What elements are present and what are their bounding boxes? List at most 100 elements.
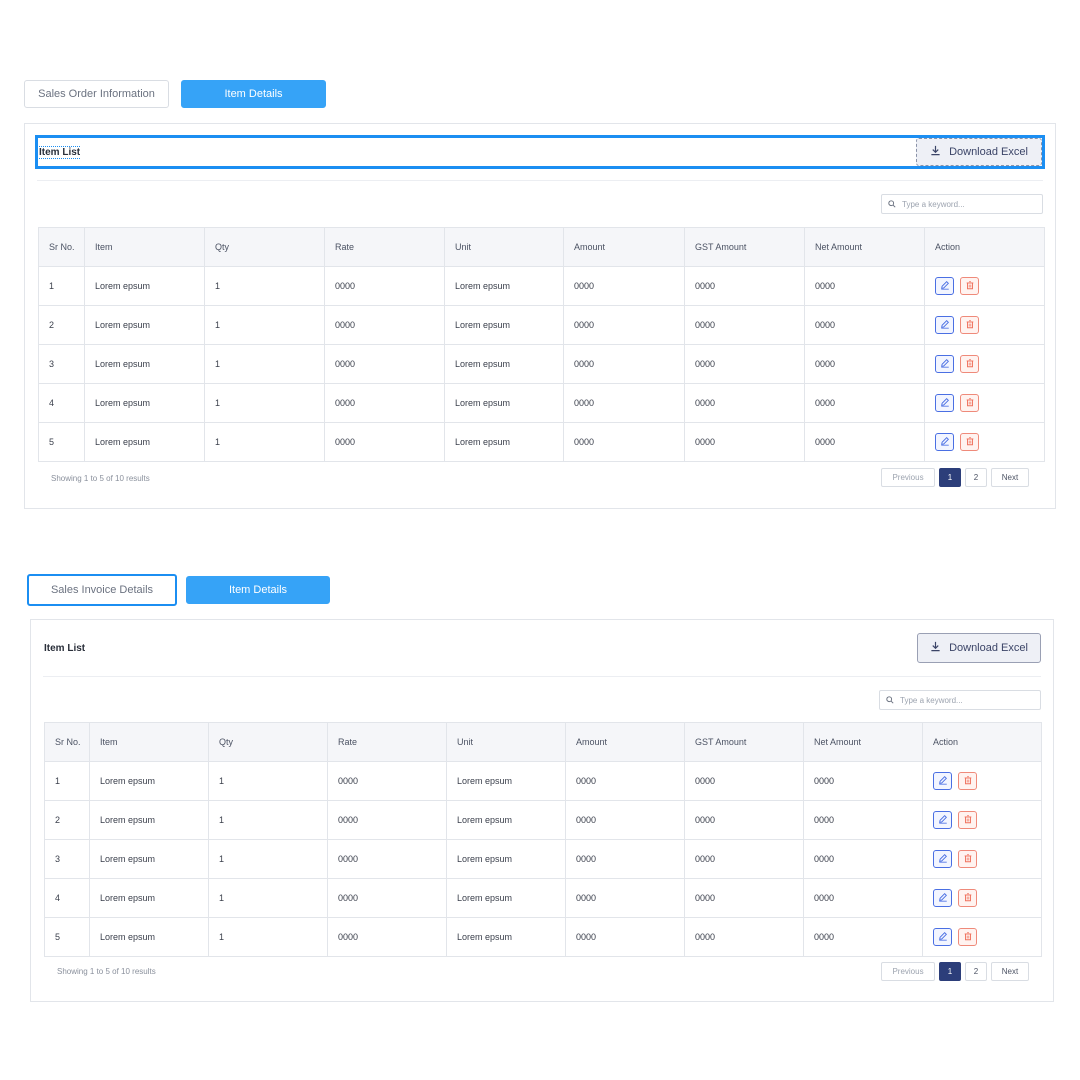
delete-button[interactable] [960,355,979,373]
edit-button[interactable] [935,277,954,295]
table-cell: Lorem epsum [89,917,209,957]
table-cell: 0000 [563,344,685,384]
page-1-button[interactable]: 1 [939,962,961,981]
search-box [881,194,1043,214]
edit-button[interactable] [933,889,952,907]
table-cell: 0000 [327,800,447,840]
table-cell: Lorem epsum [89,761,209,801]
action-cell [922,761,1042,801]
download-excel-button[interactable]: Download Excel [916,138,1042,166]
trash-icon [965,319,975,331]
pagination: Previous 1 2 Next [881,962,1029,981]
col-header: Net Amount [804,227,925,267]
edit-button[interactable] [933,811,952,829]
table-cell: 0000 [803,917,923,957]
delete-button[interactable] [960,433,979,451]
table-cell: Lorem epsum [84,422,205,462]
table-cell: 0000 [684,422,805,462]
table-cell: 0000 [684,800,804,840]
edit-button[interactable] [935,433,954,451]
table-cell: 0000 [684,383,805,423]
search-input[interactable] [900,695,1030,705]
table-row: 5 Lorem epsum 1 0000 Lorem epsum 0000 0000 0000 [38,422,1045,462]
col-header: Item [89,722,209,762]
table-row: 3 Lorem epsum 1 0000 Lorem epsum 0000 0000 0000 [44,839,1042,879]
download-icon [930,145,941,159]
col-header: GST Amount [684,227,805,267]
table-cell: 4 [38,383,85,423]
table-cell: 0000 [804,266,925,306]
edit-button[interactable] [933,928,952,946]
row-actions [935,433,1044,451]
table-cell: 0000 [804,344,925,384]
table-cell: 0000 [563,305,685,345]
action-cell [922,839,1042,879]
download-excel-button[interactable]: Download Excel [917,633,1041,663]
row-actions [933,928,1041,946]
table-cell: 0000 [563,422,685,462]
previous-page-button[interactable]: Previous [881,962,935,981]
table-cell: 3 [44,839,90,879]
table-row: 3 Lorem epsum 1 0000 Lorem epsum 0000 0000 0000 [38,344,1045,384]
table-row: 2 Lorem epsum 1 0000 Lorem epsum 0000 0000 0000 [44,800,1042,840]
table-cell: 0000 [327,761,447,801]
edit-icon [940,397,950,409]
next-page-button[interactable]: Next [991,468,1029,487]
table-row: 1 Lorem epsum 1 0000 Lorem epsum 0000 0000 0000 [38,266,1045,306]
page-1-button[interactable]: 1 [939,468,961,487]
table-cell: Lorem epsum [446,800,566,840]
table-cell: Lorem epsum [446,878,566,918]
table-cell: 1 [204,344,325,384]
delete-button[interactable] [958,772,977,790]
action-cell [922,878,1042,918]
delete-button[interactable] [960,394,979,412]
tab-sales-order-information[interactable]: Sales Order Information [24,80,169,108]
edit-button[interactable] [935,316,954,334]
table-cell: 0000 [684,266,805,306]
action-cell [924,422,1045,462]
trash-icon [965,358,975,370]
table-cell: 1 [38,266,85,306]
edit-button[interactable] [933,850,952,868]
edit-button[interactable] [933,772,952,790]
table-cell: Lorem epsum [89,839,209,879]
table-cell: 0000 [803,761,923,801]
search-input[interactable] [902,199,1032,209]
col-header: Qty [208,722,328,762]
page-2-button[interactable]: 2 [965,962,987,981]
row-actions [935,277,1044,295]
edit-icon [940,358,950,370]
table-cell: 0000 [804,383,925,423]
delete-button[interactable] [958,889,977,907]
item-list-panel: Item List Download Excel Sr No. [24,123,1056,509]
table-cell: 0000 [324,383,445,423]
edit-icon [938,853,948,865]
pagination: Previous 1 2 Next [881,468,1029,487]
delete-button[interactable] [960,277,979,295]
table-header-row: Sr No. Item Qty Rate Unit Amount GST Amo… [44,722,1042,762]
next-page-button[interactable]: Next [991,962,1029,981]
table-cell: 3 [38,344,85,384]
table-cell: 0000 [324,422,445,462]
previous-page-button[interactable]: Previous [881,468,935,487]
table-cell: 0000 [804,305,925,345]
delete-button[interactable] [958,811,977,829]
delete-button[interactable] [958,928,977,946]
table-cell: 0000 [565,878,685,918]
row-actions [933,850,1041,868]
tab-item-details[interactable]: Item Details [186,576,330,604]
trash-icon [963,775,973,787]
delete-button[interactable] [958,850,977,868]
action-cell [924,266,1045,306]
table-cell: Lorem epsum [84,266,205,306]
table-cell: Lorem epsum [89,800,209,840]
col-header: Sr No. [44,722,90,762]
delete-button[interactable] [960,316,979,334]
tab-sales-invoice-details[interactable]: Sales Invoice Details [27,574,177,606]
page-2-button[interactable]: 2 [965,468,987,487]
table-cell: Lorem epsum [84,344,205,384]
edit-button[interactable] [935,355,954,373]
tab-item-details[interactable]: Item Details [181,80,326,108]
table-cell: 0000 [684,761,804,801]
edit-button[interactable] [935,394,954,412]
